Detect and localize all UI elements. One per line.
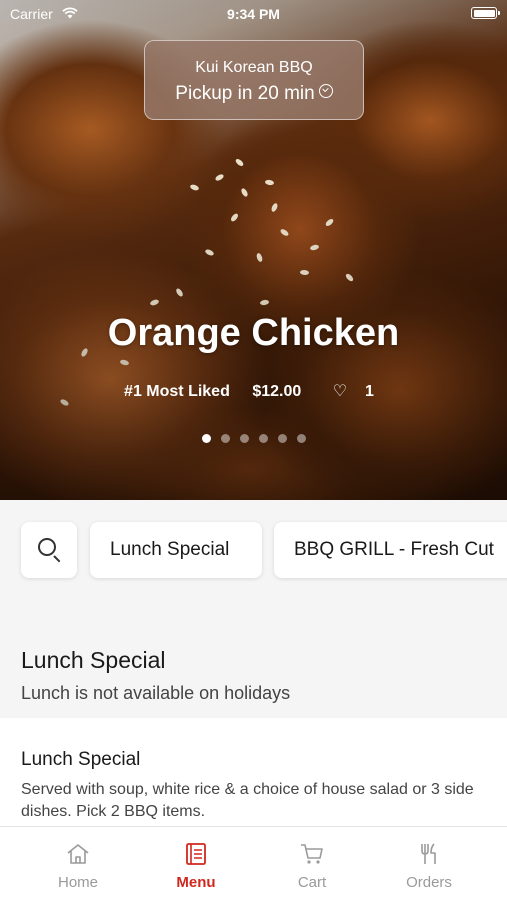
featured-dish-title: Orange Chicken bbox=[107, 312, 400, 354]
carousel-dot[interactable] bbox=[258, 434, 268, 443]
fork-knife-icon bbox=[421, 843, 436, 864]
clock-time: 9:34 PM bbox=[227, 6, 280, 22]
battery-icon bbox=[471, 7, 500, 19]
carousel-dot[interactable] bbox=[277, 434, 287, 443]
carousel-dot[interactable] bbox=[220, 434, 230, 443]
hero-banner[interactable]: Carrier 9:34 PM Kui Korean BBQ Pickup in… bbox=[0, 0, 507, 500]
restaurant-name: Kui Korean BBQ bbox=[195, 59, 313, 76]
tab-cart[interactable]: Cart bbox=[249, 827, 375, 900]
category-chip-bbq-grill[interactable]: BBQ GRILL - Fresh Cut bbox=[274, 522, 507, 578]
section-header: Lunch Special Lunch is not available on … bbox=[0, 628, 507, 718]
likes-count: 1 bbox=[365, 383, 374, 400]
pickup-selector[interactable]: Kui Korean BBQ Pickup in 20 min bbox=[144, 40, 364, 120]
category-bar: Lunch Special BBQ GRILL - Fresh Cut bbox=[0, 500, 507, 628]
carousel-dot[interactable] bbox=[296, 434, 306, 443]
tab-bar: Home Menu Cart Orders bbox=[0, 826, 507, 900]
cart-icon bbox=[301, 844, 323, 864]
most-liked-badge: #1 Most Liked bbox=[124, 383, 230, 400]
featured-price: $12.00 bbox=[252, 383, 302, 400]
carousel-dot[interactable] bbox=[201, 434, 211, 443]
carousel-indicator[interactable] bbox=[0, 430, 507, 443]
section-title: Lunch Special bbox=[21, 647, 166, 673]
tab-label: Menu bbox=[176, 874, 216, 891]
tab-home[interactable]: Home bbox=[15, 827, 141, 900]
tab-label: Cart bbox=[297, 874, 327, 891]
status-bar: Carrier 9:34 PM bbox=[0, 0, 507, 28]
menu-item[interactable]: Lunch Special Served with soup, white ri… bbox=[0, 718, 507, 828]
category-chip-lunch-special[interactable]: Lunch Special bbox=[90, 522, 262, 578]
section-subtitle: Lunch is not available on holidays bbox=[21, 683, 291, 703]
tab-label: Home bbox=[57, 874, 98, 891]
featured-dish-meta: #1 Most Liked $12.00 ♡ 1 bbox=[0, 381, 507, 401]
tab-label: Orders bbox=[406, 874, 452, 891]
category-chip-label: BBQ GRILL - Fresh Cut bbox=[294, 539, 494, 560]
likes-count-wrap[interactable]: ♡ 1 bbox=[324, 383, 383, 400]
chevron-circle-icon bbox=[318, 84, 333, 98]
tab-menu[interactable]: Menu bbox=[133, 827, 259, 900]
search-button[interactable] bbox=[21, 522, 77, 578]
pickup-time: Pickup in 20 min bbox=[145, 83, 363, 105]
menu-item-description: Served with soup, white rice & a choice … bbox=[21, 781, 474, 820]
heart-icon: ♡ bbox=[332, 383, 348, 400]
home-icon bbox=[67, 844, 89, 864]
menu-icon bbox=[186, 843, 206, 865]
pickup-time-label: Pickup in 20 min bbox=[175, 83, 315, 104]
carousel-dot[interactable] bbox=[239, 434, 249, 443]
menu-item-name: Lunch Special bbox=[21, 749, 141, 770]
search-icon bbox=[38, 538, 56, 556]
category-chip-label: Lunch Special bbox=[110, 539, 230, 560]
tab-orders[interactable]: Orders bbox=[366, 827, 492, 900]
